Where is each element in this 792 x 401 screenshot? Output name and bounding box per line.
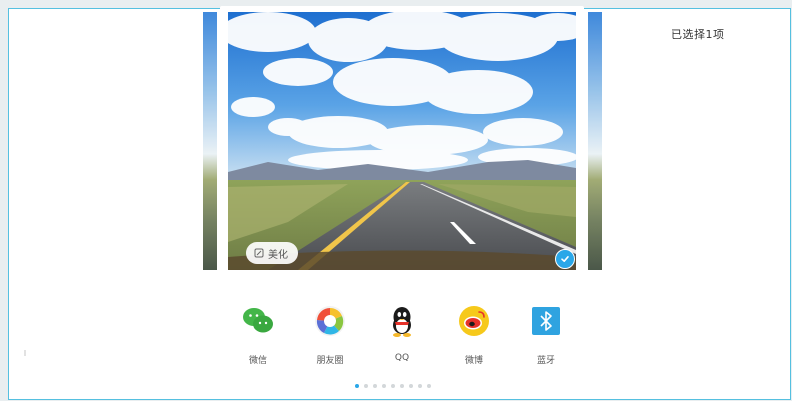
carousel-pagination (355, 384, 431, 388)
magic-wand-icon (254, 248, 264, 258)
beautify-label: 美化 (268, 249, 288, 261)
next-photo-thumbnail[interactable] (588, 12, 602, 270)
pagination-dot[interactable] (391, 384, 395, 388)
moments-icon (312, 303, 348, 339)
previous-photo-thumbnail[interactable] (203, 12, 217, 270)
divider (24, 350, 26, 356)
share-weibo-button[interactable]: 微博 (450, 303, 498, 366)
share-wechat-button[interactable]: 微信 (234, 303, 282, 366)
pagination-dot[interactable] (373, 384, 377, 388)
pagination-dot[interactable] (400, 384, 404, 388)
share-bluetooth-button[interactable]: 蓝牙 (522, 303, 570, 366)
share-qq-button[interactable]: QQ (378, 303, 426, 363)
bluetooth-icon (528, 303, 564, 339)
pagination-dot[interactable] (364, 384, 368, 388)
selected-check-icon[interactable] (555, 249, 575, 269)
road-photo: 美化 (228, 12, 576, 270)
pagination-dot[interactable] (427, 384, 431, 388)
share-targets: 微信 朋友圈 QQ 微博 蓝牙 (234, 303, 564, 366)
weibo-icon (456, 303, 492, 339)
wechat-icon (240, 303, 276, 339)
share-moments-button[interactable]: 朋友圈 (306, 303, 354, 366)
share-label: 微博 (464, 356, 483, 366)
beautify-button[interactable]: 美化 (246, 242, 298, 264)
share-label: 微信 (248, 356, 267, 366)
photo-card[interactable]: 美化 (220, 6, 584, 276)
pagination-dot[interactable] (382, 384, 386, 388)
pagination-dot[interactable] (355, 384, 359, 388)
share-label: 蓝牙 (536, 356, 555, 366)
photo-carousel[interactable]: 美化 (0, 0, 792, 280)
pagination-dot[interactable] (409, 384, 413, 388)
share-label: QQ (394, 353, 410, 363)
share-label: 朋友圈 (316, 356, 344, 366)
qq-icon (384, 303, 420, 339)
pagination-dot[interactable] (418, 384, 422, 388)
